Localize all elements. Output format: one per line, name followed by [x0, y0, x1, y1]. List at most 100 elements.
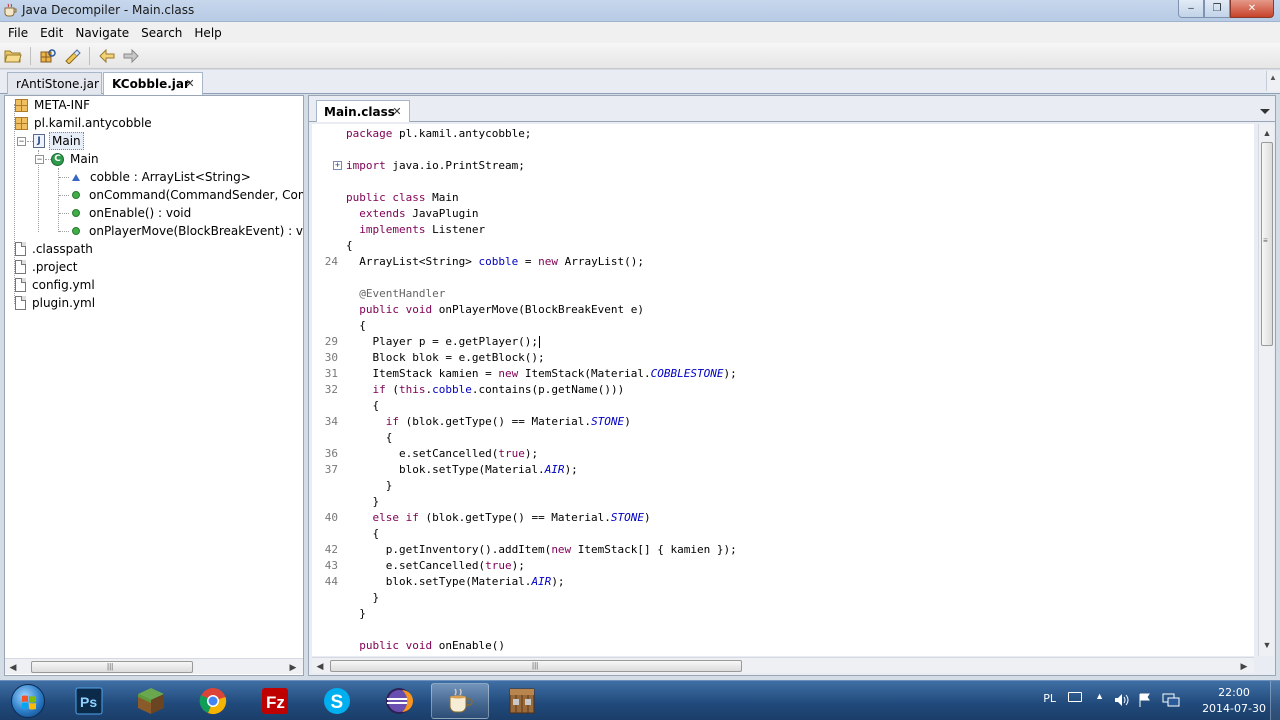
- svg-text:Fz: Fz: [266, 693, 285, 712]
- taskbar-filezilla[interactable]: Fz: [246, 683, 304, 719]
- code-token: }: [346, 479, 393, 492]
- scroll-down-icon[interactable]: ▼: [1261, 638, 1273, 652]
- open-type-hierarchy-button[interactable]: [61, 45, 83, 67]
- tree-item-method-onenable[interactable]: onEnable() : void: [69, 204, 193, 222]
- code-line: }: [346, 479, 393, 492]
- grip-icon: ≡: [1263, 236, 1268, 245]
- outer-scrollbar[interactable]: ▲: [1266, 71, 1280, 91]
- code-line: if (blok.getType() == Material.STONE): [346, 415, 631, 428]
- tree-item-package[interactable]: pl.kamil.antycobble: [15, 114, 154, 132]
- code-editor[interactable]: 24 29 30 31 32 34 36 37 40 42 43 44 + pa…: [312, 124, 1254, 656]
- tree-item-classpath[interactable]: .classpath: [15, 240, 95, 258]
- tree-item-method-onplayermove[interactable]: onPlayerMove(BlockBreakEvent) : void: [69, 222, 304, 240]
- scroll-up-icon[interactable]: ▲: [1261, 126, 1273, 140]
- forward-button[interactable]: [120, 45, 142, 67]
- code-token: public void: [359, 639, 433, 652]
- tree-item-label: onPlayerMove(BlockBreakEvent) : void: [89, 224, 304, 238]
- grip-icon: |||: [107, 662, 114, 671]
- scroll-left-icon[interactable]: ◀: [314, 660, 326, 672]
- tree-item-label: plugin.yml: [32, 296, 96, 310]
- system-clock[interactable]: 22:00 2014-07-30: [1202, 685, 1266, 717]
- tree-item-main-class[interactable]: C Main: [51, 150, 101, 168]
- menu-file[interactable]: File: [2, 26, 34, 40]
- tree-item-label: onCommand(CommandSender, Command, String…: [89, 188, 303, 202]
- code-line: }: [346, 495, 379, 508]
- code-token: Listener: [425, 223, 486, 236]
- maximize-button[interactable]: ❐: [1204, 0, 1230, 18]
- close-icon: ✕: [1247, 3, 1257, 14]
- scroll-up-icon[interactable]: ▲: [1269, 73, 1277, 82]
- start-button[interactable]: [3, 682, 53, 720]
- menu-edit[interactable]: Edit: [34, 26, 69, 40]
- menu-navigate[interactable]: Navigate: [69, 26, 135, 40]
- menu-help[interactable]: Help: [188, 26, 227, 40]
- keyboard-icon[interactable]: [1068, 692, 1082, 702]
- open-type-button[interactable]: [37, 45, 59, 67]
- taskbar-minecraft[interactable]: [122, 683, 180, 719]
- tree-horizontal-scrollbar[interactable]: ◀ ||| ▶: [5, 658, 303, 674]
- tree-item-field-cobble[interactable]: cobble : ArrayList<String>: [69, 168, 253, 186]
- scroll-left-icon[interactable]: ◀: [7, 661, 19, 673]
- code-token: blok.setType(Material.: [346, 463, 545, 476]
- code-line: }: [346, 607, 366, 620]
- code-token: (blok.getType() == Material.: [418, 511, 611, 524]
- line-number: 24: [324, 255, 338, 268]
- collapse-icon[interactable]: −: [35, 155, 44, 164]
- tab-kcobble-jar[interactable]: KCobble.jar ✕: [103, 72, 203, 95]
- code-line: {: [346, 527, 379, 540]
- editor-panel: Main.class ✕ 24 29 30 31 32 34 36 37 40 …: [308, 95, 1276, 676]
- show-desktop-button[interactable]: [1270, 681, 1280, 720]
- tree-item-plugin-yml[interactable]: plugin.yml: [15, 294, 97, 312]
- svg-text:Ps: Ps: [80, 694, 97, 710]
- tab-main-class[interactable]: Main.class ✕: [316, 100, 410, 122]
- package-explorer-tree[interactable]: META-INF pl.kamil.antycobble − J Main − …: [4, 95, 304, 676]
- code-token: STONE: [610, 511, 645, 524]
- close-button[interactable]: ✕: [1230, 0, 1274, 18]
- code-line: public class Main: [346, 191, 459, 204]
- code-line: extends JavaPlugin: [346, 207, 478, 220]
- taskbar-skype[interactable]: S: [308, 683, 366, 719]
- taskbar-eclipse[interactable]: [370, 683, 428, 719]
- speaker-icon[interactable]: [1114, 693, 1130, 707]
- tab-rantistone-jar[interactable]: rAntiStone.jar: [7, 72, 102, 94]
- menu-search[interactable]: Search: [135, 26, 188, 40]
- code-token: ItemStack kamien =: [346, 367, 499, 380]
- show-hidden-icons-icon[interactable]: ▲: [1095, 691, 1104, 701]
- back-button[interactable]: [96, 45, 118, 67]
- code-token: COBBLESTONE: [650, 367, 724, 380]
- tree-item-method-oncommand[interactable]: onCommand(CommandSender, Command, String…: [69, 186, 303, 204]
- taskbar-java-decompiler[interactable]: [431, 683, 489, 719]
- close-tab-icon[interactable]: ✕: [184, 78, 196, 90]
- tree-item-config-yml[interactable]: config.yml: [15, 276, 97, 294]
- editor-tab-list-dropdown-icon[interactable]: [1260, 109, 1270, 114]
- editor-horizontal-scrollbar[interactable]: ◀ ||| ▶: [312, 657, 1254, 673]
- network-icon[interactable]: [1162, 693, 1180, 707]
- code-token: implements: [359, 223, 426, 236]
- taskbar-chrome[interactable]: [184, 683, 242, 719]
- taskbar-minecraft-launcher[interactable]: [493, 683, 551, 719]
- tree-item-main-file[interactable]: J Main: [33, 132, 84, 150]
- scroll-right-icon[interactable]: ▶: [287, 661, 299, 673]
- code-token: this: [399, 383, 426, 396]
- taskbar-photoshop[interactable]: Ps: [60, 683, 118, 719]
- close-tab-icon[interactable]: ✕: [391, 106, 403, 118]
- line-number: 40: [324, 511, 338, 524]
- code-token: =: [518, 255, 539, 268]
- editor-vertical-scrollbar[interactable]: ▲ ≡ ▼: [1258, 124, 1274, 656]
- minimize-button[interactable]: –: [1178, 0, 1204, 18]
- action-center-flag-icon[interactable]: [1138, 693, 1152, 707]
- line-number-gutter: 24 29 30 31 32 34 36 37 40 42 43 44 +: [312, 124, 342, 656]
- tree-item-project[interactable]: .project: [15, 258, 79, 276]
- expand-imports-icon[interactable]: +: [333, 161, 342, 170]
- code-token: AIR: [544, 463, 565, 476]
- language-indicator[interactable]: PL: [1043, 692, 1056, 705]
- tree-item-meta-inf[interactable]: META-INF: [15, 96, 92, 114]
- scroll-right-icon[interactable]: ▶: [1238, 660, 1250, 672]
- code-token: {: [346, 319, 366, 332]
- eclipse-icon: [386, 688, 413, 714]
- open-file-button[interactable]: [2, 45, 24, 67]
- code-token: ArrayList();: [557, 255, 645, 268]
- collapse-icon[interactable]: −: [17, 137, 26, 146]
